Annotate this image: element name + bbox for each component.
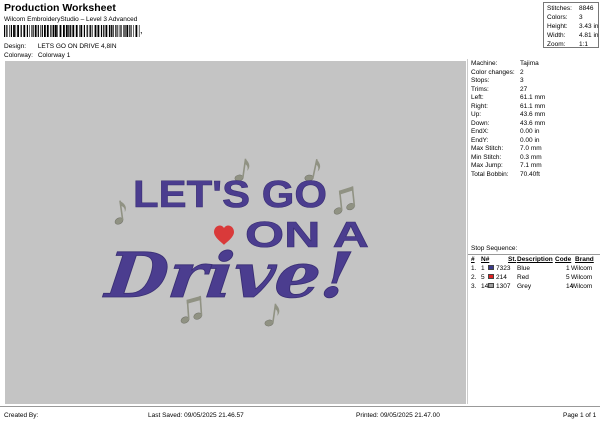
color-swatch [488, 283, 494, 288]
stat-row: Trims: 27 [471, 86, 599, 94]
stat-row: Up: 43.6 mm [471, 111, 599, 119]
stat-value: Tajima [520, 60, 539, 67]
stat-value: 7.0 mm [520, 145, 542, 152]
stat-label: Stops: [471, 77, 490, 84]
design-value: LETS GO ON DRIVE 4,8IN [37, 43, 117, 50]
stat-row: EndY: 0.00 in [471, 137, 599, 145]
colorway-row: Colorway: Colorway 1 [4, 52, 70, 59]
color-swatch [488, 274, 494, 279]
stop-sequence-row: 1. 1 7323 Blue 1 Wilcom [468, 264, 600, 273]
cell-st: 7323 [496, 265, 511, 272]
design-row: Design: LETS GO ON DRIVE 4,8IN [4, 43, 117, 50]
colorway-label: Colorway: [4, 52, 33, 59]
colorway-value: Colorway 1 [37, 52, 71, 59]
stat-label: Max Stitch: [471, 145, 504, 152]
cell-brand: Wilcom [571, 274, 593, 281]
design-artwork: LET'S GO ON A Drive! [100, 158, 369, 327]
stat-row: Max Jump: 7.1 mm [471, 162, 599, 170]
stat-label: Total Bobbin: [471, 170, 509, 178]
cell-st: 1307 [496, 283, 511, 290]
worksheet: Production Worksheet Wilcom EmbroiderySt… [0, 0, 600, 424]
page-number: Page 1 of 1 [563, 412, 597, 419]
stat-label: EndX: [471, 128, 489, 135]
col-num: # [471, 256, 475, 263]
cell-desc: Grey [517, 283, 532, 290]
col-brand: Brand [575, 256, 594, 263]
stat-row: Min Stitch: 0.3 mm [471, 154, 599, 162]
stat-row: Down: 43.6 mm [471, 120, 599, 128]
stat-label: Down: [471, 119, 490, 127]
cell-st: 214 [496, 274, 507, 281]
stat-label: Right: [471, 102, 488, 110]
page-title: Production Worksheet [4, 2, 116, 14]
design-line-3: Drive! [100, 239, 356, 312]
stat-row: Stops: 3 [471, 77, 599, 85]
col-n: N# [481, 256, 490, 263]
stat-value: 61.1 mm [520, 94, 546, 101]
stat-label: Up: [471, 111, 482, 118]
cell-brand: Wilcom [571, 283, 593, 290]
summary-box: Stitches: 8846 Colors: 3 Height: 3.43 in… [543, 2, 599, 48]
stat-label: EndY: [471, 136, 489, 144]
barcode-tail: , [140, 25, 143, 35]
color-swatch [488, 265, 494, 270]
last-saved: Last Saved: 09/05/2025 21.46.57 [148, 412, 244, 419]
stat-value: 0.00 in [520, 128, 540, 135]
footer: Created By: Last Saved: 09/05/2025 21.46… [0, 406, 600, 424]
zoom-value: 1:1 [579, 41, 589, 48]
stat-row: EndX: 0.00 in [471, 128, 599, 136]
col-code: Code [555, 256, 572, 263]
stat-value: 7.1 mm [520, 162, 542, 169]
cell-brand: Wilcom [571, 265, 593, 272]
music-note-icon [114, 200, 126, 225]
stat-value: 2 [520, 68, 524, 76]
col-st: St. [508, 256, 517, 263]
stat-label: Max Jump: [471, 162, 503, 169]
stat-row: Right: 61.1 mm [471, 103, 599, 111]
design-line-1: LET'S GO [133, 174, 327, 216]
stat-value: 70.40ft [520, 170, 540, 178]
cell-desc: Red [517, 274, 529, 281]
design-preview: LET'S GO ON A Drive! [5, 61, 466, 404]
zoom-row: Zoom: 1:1 [547, 40, 599, 50]
stat-value: 0.00 in [520, 136, 540, 144]
stop-sequence-row: 2. 5 214 Red 5 Wilcom [468, 273, 600, 282]
cell-n: 5 [481, 274, 485, 281]
stop-sequence-header: # N# St. Description Code Brand [468, 254, 600, 263]
stat-row: Max Stitch: 7.0 mm [471, 145, 599, 153]
stat-value: 61.1 mm [520, 102, 546, 110]
barcode [4, 25, 140, 37]
stat-label: Left: [471, 94, 484, 101]
printed: Printed: 09/05/2025 21.47.00 [356, 412, 440, 419]
cell-num: 2. [471, 274, 477, 281]
cell-num: 3. [471, 283, 477, 290]
stat-row: Color changes: 2 [471, 69, 599, 77]
stop-sequence-title: Stop Sequence: [471, 245, 518, 252]
double-note-icon [333, 186, 356, 215]
stat-label: Machine: [471, 60, 498, 67]
cell-code: 5 [566, 274, 570, 281]
stat-value: 43.6 mm [520, 119, 546, 127]
cell-code: 1 [566, 265, 570, 272]
stat-label: Color changes: [471, 68, 515, 76]
cell-desc: Blue [517, 265, 531, 272]
stat-label: Min Stitch: [471, 153, 502, 161]
stat-label: Trims: [471, 85, 489, 93]
stat-value: 27 [520, 85, 528, 93]
zoom-label: Zoom: [547, 41, 566, 48]
stat-row: Machine: Tajima [471, 60, 599, 68]
stats-panel: Machine: Tajima Color changes: 2 Stops: 3 Trim… [467, 59, 600, 404]
stop-sequence-row: 3. 14 1307 Grey 14 Wilcom [468, 282, 600, 291]
cell-n: 1 [481, 265, 485, 272]
design-label: Design: [4, 43, 27, 50]
col-description: Description [517, 256, 553, 263]
stat-row: Total Bobbin: 70.40ft [471, 171, 599, 179]
cell-num: 1. [471, 265, 477, 272]
stat-value: 43.6 mm [520, 111, 546, 118]
created-by: Created By: [4, 412, 39, 419]
stat-value: 0.3 mm [520, 153, 542, 161]
software-subtitle: Wilcom EmbroideryStudio – Level 3 Advanc… [4, 16, 138, 23]
stat-row: Left: 61.1 mm [471, 94, 599, 102]
stat-value: 3 [520, 77, 524, 84]
